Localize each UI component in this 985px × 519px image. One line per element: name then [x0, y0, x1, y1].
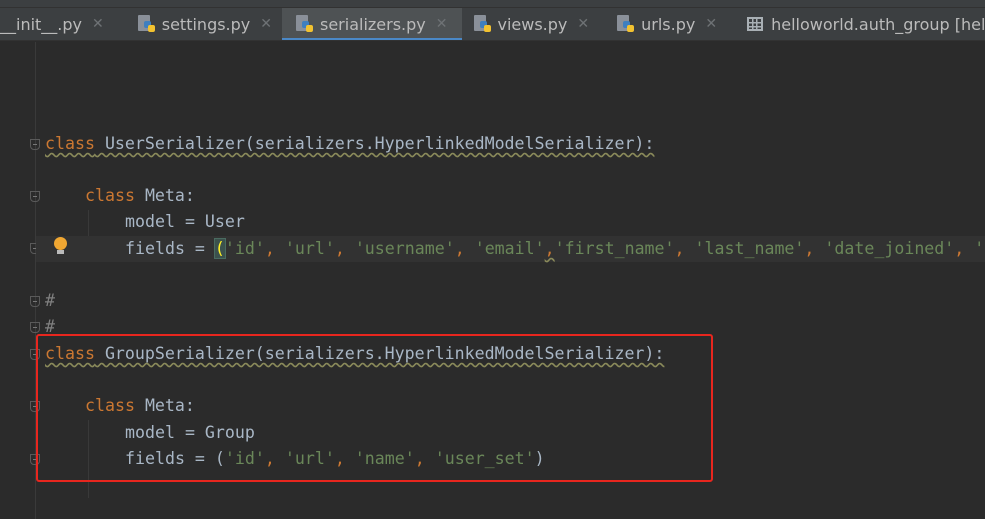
code-text: model = User [125, 212, 245, 231]
table-icon [747, 17, 764, 31]
string: 'username' [354, 239, 455, 258]
close-icon[interactable]: ✕ [577, 16, 589, 32]
string: 'first_name' [554, 239, 675, 258]
matched-bracket: ( [213, 238, 226, 259]
string: ' [974, 239, 985, 258]
tab-label: settings.py [161, 14, 251, 34]
comma: , [954, 239, 975, 258]
code-line[interactable]: class UserSerializer(serializers.Hyperli… [45, 131, 654, 157]
tab-label: helloworld.auth_group [helloworld@localh… [771, 14, 985, 34]
editor-tab-bar: __init__.py ✕ settings.py ✕ serializers.py… [0, 8, 985, 41]
tab-init[interactable]: __init__.py ✕ [0, 8, 112, 40]
close-icon[interactable]: ✕ [436, 16, 448, 32]
fold-icon[interactable] [30, 322, 40, 333]
string: 'email' [474, 239, 545, 258]
string: 'url' [284, 239, 335, 258]
lightbulb-icon[interactable] [54, 237, 67, 254]
close-icon[interactable]: ✕ [705, 16, 717, 32]
code-line[interactable]: # [45, 288, 55, 314]
python-file-icon [296, 15, 314, 33]
tab-settings[interactable]: settings.py ✕ [130, 8, 280, 40]
python-file-icon [473, 15, 492, 33]
comma: , [544, 239, 555, 258]
comma: , [804, 239, 825, 258]
tab-serializers[interactable]: serializers.py ✕ [282, 8, 462, 40]
keyword: class [45, 134, 95, 153]
tab-views[interactable]: views.py ✕ [462, 8, 598, 40]
code-line-current[interactable]: fields = ('id', 'url', 'username', 'emai… [36, 236, 985, 262]
comment: # [45, 291, 55, 310]
python-file-icon [617, 15, 635, 33]
tab-urls[interactable]: urls.py ✕ [597, 8, 725, 40]
tab-label: serializers.py [320, 14, 426, 34]
python-file-icon [137, 15, 156, 33]
code-text: fields = [125, 239, 215, 258]
annotation-highlight-box [36, 334, 713, 482]
string: 'date_joined' [824, 239, 955, 258]
title-strip [0, 0, 985, 8]
close-icon[interactable]: ✕ [260, 16, 272, 32]
keyword: class [85, 186, 135, 205]
fold-icon[interactable] [30, 191, 40, 202]
tab-label: __init__.py [0, 14, 83, 34]
tab-label: urls.py [641, 14, 696, 34]
fold-icon[interactable] [30, 296, 40, 307]
code-line[interactable]: model = User [125, 209, 245, 235]
tab-auth-group[interactable]: helloworld.auth_group [helloworld@localh… [725, 8, 985, 40]
comma: , [334, 239, 355, 258]
comma: , [674, 239, 695, 258]
string: 'id' [224, 239, 265, 258]
comma: , [264, 239, 285, 258]
class-declaration: UserSerializer(serializers.HyperlinkedMo… [94, 134, 655, 153]
close-icon[interactable]: ✕ [92, 16, 104, 32]
comma: , [454, 239, 475, 258]
code-line[interactable]: class Meta: [85, 183, 195, 209]
string: 'last_name' [694, 239, 805, 258]
class-declaration: Meta: [134, 186, 195, 205]
fold-icon[interactable] [30, 139, 40, 150]
tab-label: views.py [497, 14, 568, 34]
